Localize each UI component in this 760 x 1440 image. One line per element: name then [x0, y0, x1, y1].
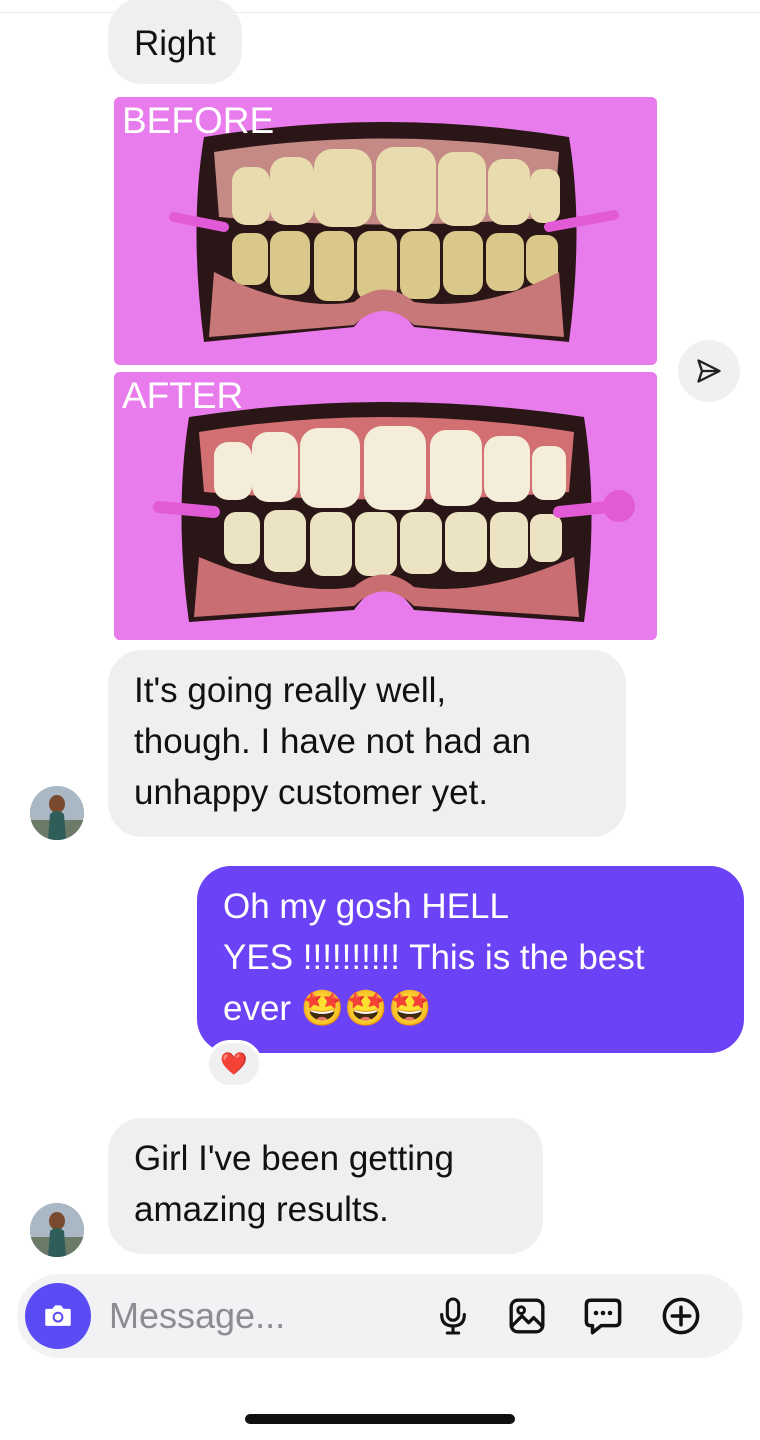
- avatar-image: [30, 786, 84, 840]
- chat-screen: Right BEFORE AFTER It's going really wel…: [0, 0, 760, 1440]
- message-input[interactable]: [109, 1274, 409, 1358]
- microphone-button[interactable]: [431, 1294, 475, 1338]
- microphone-icon: [440, 1297, 466, 1335]
- avatar[interactable]: [30, 786, 84, 840]
- home-indicator[interactable]: [245, 1414, 515, 1424]
- message-bubble-incoming[interactable]: It's going really well, though. I have n…: [108, 650, 626, 837]
- after-photo[interactable]: AFTER: [114, 372, 657, 640]
- sticker-icon: [584, 1298, 622, 1335]
- before-photo[interactable]: BEFORE: [114, 97, 657, 365]
- heart-icon: ❤️: [220, 1051, 248, 1076]
- paper-plane-icon: [697, 359, 721, 383]
- message-bubble-outgoing[interactable]: Oh my gosh HELL YES !!!!!!!!!! This is t…: [197, 866, 744, 1053]
- avatar[interactable]: [30, 1203, 84, 1257]
- gallery-button[interactable]: [505, 1294, 549, 1338]
- sticker-button[interactable]: [581, 1294, 625, 1338]
- share-button[interactable]: [678, 340, 740, 402]
- gallery-icon: [509, 1298, 545, 1334]
- camera-icon: [45, 1305, 71, 1326]
- message-bubble-incoming[interactable]: Right: [108, 0, 242, 84]
- message-bubble-incoming[interactable]: Girl I've been getting amazing results.: [108, 1118, 543, 1254]
- camera-button[interactable]: [25, 1283, 91, 1349]
- add-button[interactable]: [659, 1294, 703, 1338]
- message-composer: [17, 1274, 743, 1358]
- before-label: BEFORE: [122, 100, 275, 141]
- avatar-image: [30, 1203, 84, 1257]
- add-icon: [662, 1297, 700, 1335]
- after-label: AFTER: [122, 375, 244, 416]
- reaction-badge[interactable]: ❤️: [206, 1040, 262, 1088]
